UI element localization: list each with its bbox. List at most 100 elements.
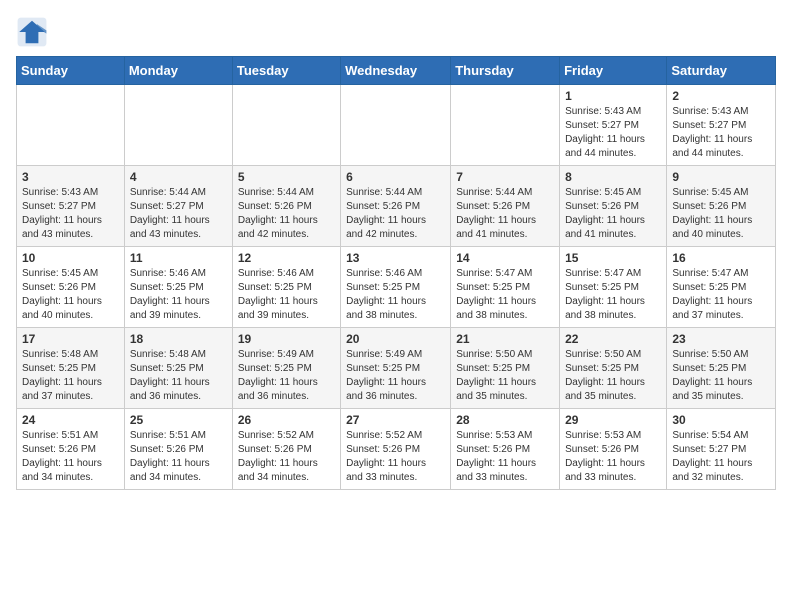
day-info: Sunrise: 5:44 AM Sunset: 5:26 PM Dayligh… <box>456 186 554 242</box>
day-number: 18 <box>130 332 227 346</box>
calendar-cell: 22 Sunrise: 5:50 AM Sunset: 5:25 PM Dayli… <box>560 328 667 409</box>
calendar-cell: 28 Sunrise: 5:53 AM Sunset: 5:26 PM Dayli… <box>451 409 560 490</box>
day-info: Sunrise: 5:47 AM Sunset: 5:25 PM Dayligh… <box>565 267 661 323</box>
weekday-header: Monday <box>124 57 232 85</box>
calendar-cell: 12 Sunrise: 5:46 AM Sunset: 5:25 PM Dayli… <box>232 247 340 328</box>
day-info: Sunrise: 5:43 AM Sunset: 5:27 PM Dayligh… <box>565 105 661 161</box>
calendar-week-row: 17 Sunrise: 5:48 AM Sunset: 5:25 PM Dayli… <box>17 328 776 409</box>
day-info: Sunrise: 5:43 AM Sunset: 5:27 PM Dayligh… <box>22 186 119 242</box>
day-info: Sunrise: 5:53 AM Sunset: 5:26 PM Dayligh… <box>565 429 661 485</box>
calendar-cell: 18 Sunrise: 5:48 AM Sunset: 5:25 PM Dayli… <box>124 328 232 409</box>
calendar-cell: 23Sunrise: 5:50 AM Sunset: 5:25 PM Dayli… <box>667 328 776 409</box>
calendar-cell: 26Sunrise: 5:52 AM Sunset: 5:26 PM Dayli… <box>232 409 340 490</box>
day-number: 21 <box>456 332 554 346</box>
day-info: Sunrise: 5:53 AM Sunset: 5:26 PM Dayligh… <box>456 429 554 485</box>
calendar-cell <box>232 85 340 166</box>
day-info: Sunrise: 5:47 AM Sunset: 5:25 PM Dayligh… <box>456 267 554 323</box>
day-info: Sunrise: 5:47 AM Sunset: 5:25 PM Dayligh… <box>672 267 770 323</box>
day-number: 11 <box>130 251 227 265</box>
calendar-cell: 21Sunrise: 5:50 AM Sunset: 5:25 PM Dayli… <box>451 328 560 409</box>
day-info: Sunrise: 5:44 AM Sunset: 5:26 PM Dayligh… <box>238 186 335 242</box>
day-number: 20 <box>346 332 445 346</box>
day-number: 17 <box>22 332 119 346</box>
calendar-week-row: 1Sunrise: 5:43 AM Sunset: 5:27 PM Daylig… <box>17 85 776 166</box>
calendar-cell: 25 Sunrise: 5:51 AM Sunset: 5:26 PM Dayli… <box>124 409 232 490</box>
logo <box>16 16 52 48</box>
calendar-cell: 24 Sunrise: 5:51 AM Sunset: 5:26 PM Dayli… <box>17 409 125 490</box>
day-info: Sunrise: 5:44 AM Sunset: 5:27 PM Dayligh… <box>130 186 227 242</box>
day-number: 5 <box>238 170 335 184</box>
calendar-cell <box>124 85 232 166</box>
day-number: 3 <box>22 170 119 184</box>
calendar-week-row: 24 Sunrise: 5:51 AM Sunset: 5:26 PM Dayli… <box>17 409 776 490</box>
day-number: 29 <box>565 413 661 427</box>
day-info: Sunrise: 5:51 AM Sunset: 5:26 PM Dayligh… <box>130 429 227 485</box>
calendar-cell: 29 Sunrise: 5:53 AM Sunset: 5:26 PM Dayli… <box>560 409 667 490</box>
day-number: 14 <box>456 251 554 265</box>
day-number: 6 <box>346 170 445 184</box>
day-number: 30 <box>672 413 770 427</box>
day-info: Sunrise: 5:46 AM Sunset: 5:25 PM Dayligh… <box>346 267 445 323</box>
weekday-header: Sunday <box>17 57 125 85</box>
day-info: Sunrise: 5:49 AM Sunset: 5:25 PM Dayligh… <box>238 348 335 404</box>
calendar-cell: 9 Sunrise: 5:45 AM Sunset: 5:26 PM Daylig… <box>667 166 776 247</box>
day-info: Sunrise: 5:44 AM Sunset: 5:26 PM Dayligh… <box>346 186 445 242</box>
day-info: Sunrise: 5:45 AM Sunset: 5:26 PM Dayligh… <box>22 267 119 323</box>
calendar-header-row: SundayMondayTuesdayWednesdayThursdayFrid… <box>17 57 776 85</box>
day-number: 27 <box>346 413 445 427</box>
weekday-header: Friday <box>560 57 667 85</box>
weekday-header: Wednesday <box>341 57 451 85</box>
calendar-cell: 11 Sunrise: 5:46 AM Sunset: 5:25 PM Dayli… <box>124 247 232 328</box>
day-info: Sunrise: 5:51 AM Sunset: 5:26 PM Dayligh… <box>22 429 119 485</box>
logo-icon <box>16 16 48 48</box>
day-info: Sunrise: 5:43 AM Sunset: 5:27 PM Dayligh… <box>672 105 770 161</box>
weekday-header: Thursday <box>451 57 560 85</box>
calendar-cell: 30 Sunrise: 5:54 AM Sunset: 5:27 PM Dayli… <box>667 409 776 490</box>
calendar-cell: 17 Sunrise: 5:48 AM Sunset: 5:25 PM Dayli… <box>17 328 125 409</box>
day-info: Sunrise: 5:49 AM Sunset: 5:25 PM Dayligh… <box>346 348 445 404</box>
day-info: Sunrise: 5:48 AM Sunset: 5:25 PM Dayligh… <box>22 348 119 404</box>
day-number: 12 <box>238 251 335 265</box>
calendar-cell <box>451 85 560 166</box>
day-number: 25 <box>130 413 227 427</box>
calendar-week-row: 3 Sunrise: 5:43 AM Sunset: 5:27 PM Daylig… <box>17 166 776 247</box>
day-number: 2 <box>672 89 770 103</box>
day-number: 28 <box>456 413 554 427</box>
day-number: 9 <box>672 170 770 184</box>
day-number: 10 <box>22 251 119 265</box>
calendar-cell <box>17 85 125 166</box>
day-info: Sunrise: 5:50 AM Sunset: 5:25 PM Dayligh… <box>565 348 661 404</box>
calendar-cell: 4 Sunrise: 5:44 AM Sunset: 5:27 PM Daylig… <box>124 166 232 247</box>
calendar-cell: 19Sunrise: 5:49 AM Sunset: 5:25 PM Dayli… <box>232 328 340 409</box>
calendar-cell: 16Sunrise: 5:47 AM Sunset: 5:25 PM Dayli… <box>667 247 776 328</box>
page-header <box>16 16 776 48</box>
calendar-cell: 10 Sunrise: 5:45 AM Sunset: 5:26 PM Dayli… <box>17 247 125 328</box>
calendar-week-row: 10 Sunrise: 5:45 AM Sunset: 5:26 PM Dayli… <box>17 247 776 328</box>
day-number: 22 <box>565 332 661 346</box>
day-info: Sunrise: 5:46 AM Sunset: 5:25 PM Dayligh… <box>130 267 227 323</box>
calendar-cell: 8 Sunrise: 5:45 AM Sunset: 5:26 PM Daylig… <box>560 166 667 247</box>
calendar-cell: 5 Sunrise: 5:44 AM Sunset: 5:26 PM Daylig… <box>232 166 340 247</box>
weekday-header: Saturday <box>667 57 776 85</box>
calendar-cell: 3 Sunrise: 5:43 AM Sunset: 5:27 PM Daylig… <box>17 166 125 247</box>
calendar-cell: 7 Sunrise: 5:44 AM Sunset: 5:26 PM Daylig… <box>451 166 560 247</box>
day-number: 7 <box>456 170 554 184</box>
day-number: 15 <box>565 251 661 265</box>
day-info: Sunrise: 5:48 AM Sunset: 5:25 PM Dayligh… <box>130 348 227 404</box>
day-number: 4 <box>130 170 227 184</box>
calendar-cell: 2 Sunrise: 5:43 AM Sunset: 5:27 PM Daylig… <box>667 85 776 166</box>
calendar-cell: 15 Sunrise: 5:47 AM Sunset: 5:25 PM Dayli… <box>560 247 667 328</box>
day-info: Sunrise: 5:52 AM Sunset: 5:26 PM Dayligh… <box>238 429 335 485</box>
day-info: Sunrise: 5:46 AM Sunset: 5:25 PM Dayligh… <box>238 267 335 323</box>
day-number: 24 <box>22 413 119 427</box>
calendar-cell: 13Sunrise: 5:46 AM Sunset: 5:25 PM Dayli… <box>341 247 451 328</box>
day-number: 8 <box>565 170 661 184</box>
day-info: Sunrise: 5:45 AM Sunset: 5:26 PM Dayligh… <box>672 186 770 242</box>
day-info: Sunrise: 5:45 AM Sunset: 5:26 PM Dayligh… <box>565 186 661 242</box>
day-info: Sunrise: 5:54 AM Sunset: 5:27 PM Dayligh… <box>672 429 770 485</box>
calendar-cell: 1Sunrise: 5:43 AM Sunset: 5:27 PM Daylig… <box>560 85 667 166</box>
calendar-cell: 27Sunrise: 5:52 AM Sunset: 5:26 PM Dayli… <box>341 409 451 490</box>
calendar-cell: 20 Sunrise: 5:49 AM Sunset: 5:25 PM Dayli… <box>341 328 451 409</box>
weekday-header: Tuesday <box>232 57 340 85</box>
day-info: Sunrise: 5:50 AM Sunset: 5:25 PM Dayligh… <box>672 348 770 404</box>
